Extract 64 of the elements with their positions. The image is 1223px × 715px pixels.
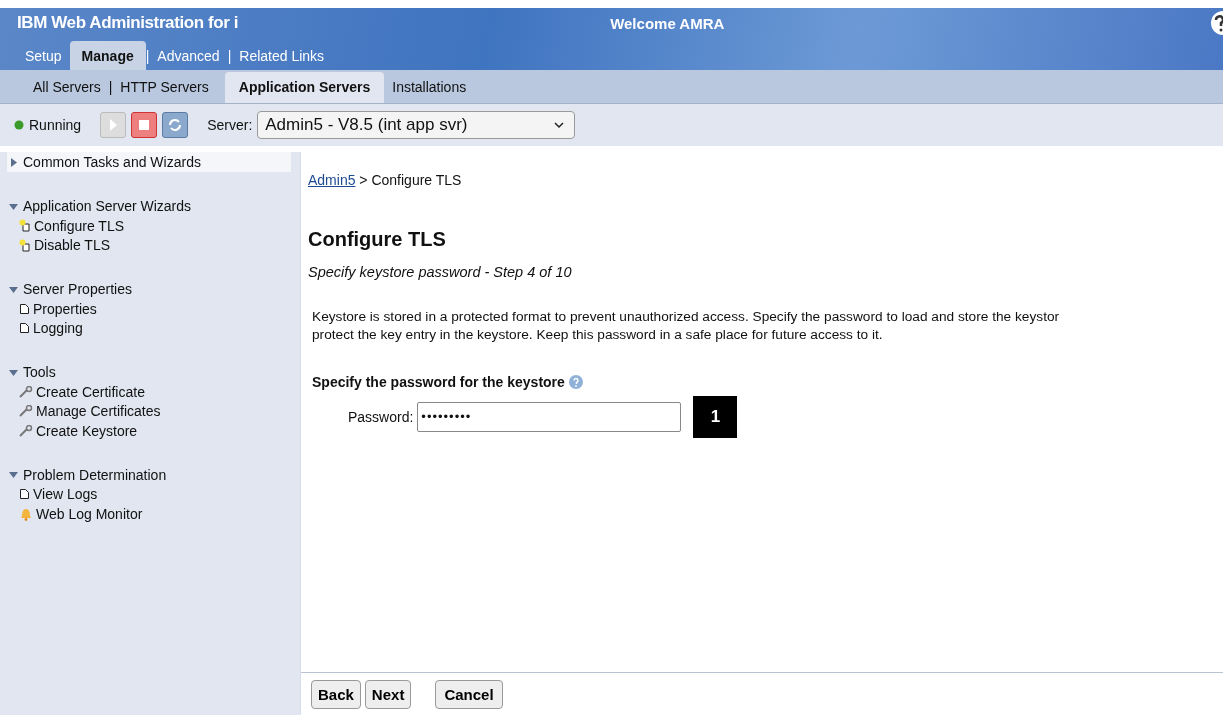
sidebar-link[interactable]: Create Keystore bbox=[7, 421, 300, 441]
nav-tab[interactable]: Manage bbox=[69, 41, 146, 70]
stop-button[interactable] bbox=[131, 112, 158, 138]
breadcrumb-text: > Configure TLS bbox=[359, 172, 462, 188]
play-icon bbox=[108, 118, 119, 132]
wizard-button[interactable]: Cancel bbox=[435, 679, 503, 709]
server-select[interactable]: Admin5 - V8.5 (int app svr) bbox=[257, 111, 576, 139]
sidebar-link[interactable]: Logging bbox=[7, 318, 300, 338]
refresh-button[interactable] bbox=[162, 112, 189, 138]
nav-tab[interactable]: Advanced bbox=[149, 43, 228, 70]
step-subtitle: Specify keystore password - Step 4 of 10 bbox=[308, 264, 573, 280]
wizard-button[interactable]: Back bbox=[311, 679, 361, 709]
sub-tab[interactable]: HTTP Servers bbox=[112, 73, 217, 103]
sidebar-section[interactable]: Server Properties bbox=[7, 279, 300, 299]
triangle-icon bbox=[9, 284, 18, 294]
server-label: Server: bbox=[207, 117, 253, 133]
welcome-text: Welcome AMRA bbox=[610, 14, 725, 32]
sidebar-link[interactable]: Create Certificate bbox=[7, 382, 300, 402]
sidebar-link[interactable]: Configure TLS bbox=[7, 216, 300, 236]
breadcrumb-link[interactable]: Admin5 bbox=[308, 172, 356, 188]
tab-separator: | bbox=[145, 48, 150, 66]
sidebar-section[interactable]: Tools bbox=[7, 362, 300, 382]
chevron-down-icon bbox=[554, 121, 565, 129]
triangle-icon bbox=[9, 367, 18, 377]
sidebar-section[interactable]: Application Server Wizards bbox=[7, 196, 300, 216]
triangle-icon bbox=[9, 470, 18, 479]
status-text: Running bbox=[29, 117, 82, 133]
sidebar-link[interactable]: Properties bbox=[7, 299, 300, 319]
sidebar-link[interactable]: Manage Certificates bbox=[7, 401, 300, 421]
nav-tab[interactable]: Setup bbox=[17, 43, 70, 70]
password-label: Password: bbox=[348, 409, 414, 425]
sidebar-link[interactable]: View Logs bbox=[7, 484, 300, 504]
sparkle-page-icon bbox=[19, 219, 31, 233]
app-title: IBM Web Administration for i bbox=[17, 13, 239, 33]
wrench-icon bbox=[19, 385, 33, 398]
callout-badge: 1 bbox=[693, 396, 738, 438]
refresh-icon bbox=[168, 118, 183, 132]
page-icon bbox=[19, 488, 30, 501]
bell-icon bbox=[19, 506, 33, 521]
wrench-icon bbox=[19, 405, 33, 418]
sub-tab[interactable]: All Servers bbox=[25, 73, 109, 103]
section-title: Specify the password for the keystore bbox=[312, 374, 565, 390]
sidebar-link[interactable]: Web Log Monitor bbox=[7, 504, 300, 524]
wizard-button[interactable]: Next bbox=[364, 679, 412, 709]
triangle-icon bbox=[9, 201, 18, 211]
status-dot-icon bbox=[14, 120, 24, 130]
wrench-icon bbox=[19, 424, 33, 437]
page-icon bbox=[19, 302, 30, 315]
tab-separator: | bbox=[108, 78, 113, 97]
page-title: Configure TLS bbox=[308, 228, 447, 251]
nav-tab[interactable]: Related Links bbox=[231, 43, 333, 70]
sub-tab[interactable]: Application Servers bbox=[224, 72, 385, 103]
tab-separator: | bbox=[227, 48, 232, 66]
start-button[interactable] bbox=[100, 112, 127, 138]
sparkle-page-icon bbox=[19, 238, 31, 252]
sidebar-section[interactable]: Common Tasks and Wizards bbox=[7, 152, 291, 172]
sidebar-link[interactable]: Disable TLS bbox=[7, 235, 300, 255]
sidebar-section[interactable]: Problem Determination bbox=[7, 464, 300, 485]
page-icon bbox=[19, 322, 30, 335]
sub-tab[interactable]: Installations bbox=[384, 73, 475, 103]
password-field[interactable]: ••••••••• bbox=[417, 402, 682, 432]
triangle-icon bbox=[9, 157, 18, 167]
stop-icon bbox=[139, 120, 150, 130]
description-text: Keystore is stored in a protected format to prevent unauthorized access. Specify the password to load and store the keystor protect the key entry in the keystore. Keep this password in a safe place for future access to it. bbox=[312, 308, 1061, 344]
